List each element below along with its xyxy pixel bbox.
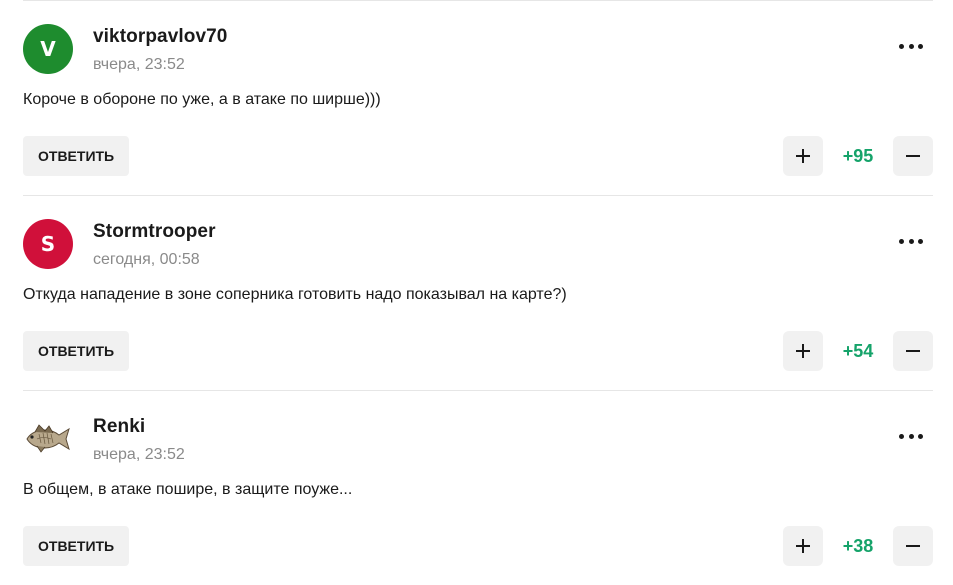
- vote-controls: +54: [783, 331, 933, 371]
- comment-time: вчера, 23:52: [93, 56, 185, 73]
- comment-text: Короче в обороне по уже, а в атаке по ши…: [23, 91, 381, 108]
- upvote-button[interactable]: [783, 136, 823, 176]
- downvote-button[interactable]: [893, 331, 933, 371]
- comments-list: V viktorpavlov70 вчера, 23:52 Короче в о…: [23, 0, 933, 585]
- vote-controls: +95: [783, 136, 933, 176]
- reply-button[interactable]: ОТВЕТИТЬ: [23, 331, 130, 371]
- comment: V viktorpavlov70 вчера, 23:52 Короче в о…: [23, 0, 933, 195]
- minus-icon: [906, 155, 920, 157]
- comment-time: вчера, 23:52: [93, 446, 185, 463]
- avatar[interactable]: S: [23, 219, 73, 269]
- avatar-letter: S: [40, 232, 56, 256]
- comment-author[interactable]: Stormtrooper: [93, 221, 216, 243]
- comment-time: сегодня, 00:58: [93, 251, 200, 268]
- downvote-button[interactable]: [893, 136, 933, 176]
- comment-score: +54: [842, 340, 874, 361]
- reply-button[interactable]: ОТВЕТИТЬ: [23, 526, 130, 566]
- comment: Renki вчера, 23:52 В общем, в атаке поши…: [23, 390, 933, 585]
- upvote-button[interactable]: [783, 526, 823, 566]
- vote-controls: +38: [783, 526, 933, 566]
- more-options-icon[interactable]: [899, 234, 923, 248]
- reply-button[interactable]: ОТВЕТИТЬ: [23, 136, 130, 176]
- upvote-button[interactable]: [783, 331, 823, 371]
- more-options-icon[interactable]: [899, 39, 923, 53]
- comment-text: Откуда нападение в зоне соперника готови…: [23, 286, 567, 303]
- minus-icon: [906, 545, 920, 547]
- downvote-button[interactable]: [893, 526, 933, 566]
- avatar[interactable]: V: [23, 24, 73, 74]
- comment-score: +38: [842, 535, 874, 556]
- minus-icon: [906, 350, 920, 352]
- comment-author[interactable]: Renki: [93, 416, 145, 438]
- more-options-icon[interactable]: [899, 429, 923, 443]
- comment-text: В общем, в атаке пошире, в защите поуже.…: [23, 481, 353, 498]
- comment-score: +95: [842, 145, 874, 166]
- comment: S Stormtrooper сегодня, 00:58 Откуда нап…: [23, 195, 933, 390]
- comment-author[interactable]: viktorpavlov70: [93, 26, 227, 48]
- avatar[interactable]: [23, 414, 73, 464]
- fish-icon: [26, 424, 70, 453]
- avatar-letter: V: [40, 37, 56, 61]
